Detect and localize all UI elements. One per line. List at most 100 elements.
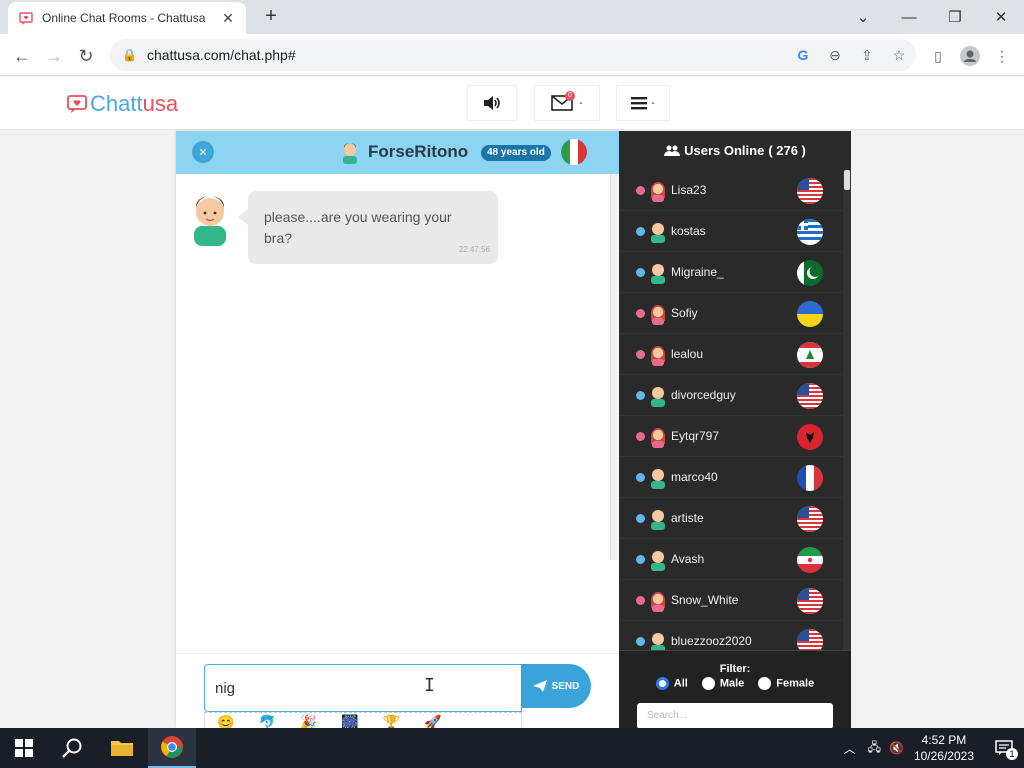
chrome-icon bbox=[161, 736, 183, 758]
emoji-bar: 😊 🐬 🎉 🎆 🏆 🚀 bbox=[204, 712, 522, 729]
show-hidden-icons-icon[interactable]: ︿ bbox=[844, 740, 856, 757]
windows-logo-icon bbox=[15, 739, 33, 757]
radio-female[interactable] bbox=[758, 677, 772, 690]
browser-tab[interactable]: Online Chat Rooms - Chattusa ✕ bbox=[8, 2, 246, 34]
user-row[interactable]: divorcedguy bbox=[619, 375, 843, 416]
google-icon[interactable]: G bbox=[794, 47, 812, 63]
user-row[interactable]: Eytqr797 bbox=[619, 416, 843, 457]
users-icon bbox=[664, 145, 681, 156]
user-row[interactable]: bluezzooz2020 bbox=[619, 621, 843, 650]
emoji-rocket-icon[interactable]: 🚀 bbox=[424, 713, 441, 728]
fr-flag-icon bbox=[797, 465, 823, 491]
emoji-party-icon[interactable]: 🎉 bbox=[300, 713, 317, 728]
share-icon[interactable]: ⇪ bbox=[858, 47, 876, 64]
clock[interactable]: 4:52 PM 10/26/2023 bbox=[914, 732, 974, 764]
reload-button[interactable]: ↻ bbox=[72, 42, 100, 70]
peer-info[interactable]: ForseRitono bbox=[340, 140, 468, 164]
menu-caret: - bbox=[651, 97, 655, 109]
user-row[interactable]: artiste bbox=[619, 498, 843, 539]
gender-dot bbox=[636, 308, 645, 318]
user-search-input[interactable]: Search... bbox=[637, 703, 833, 729]
filter-all-option[interactable]: All bbox=[655, 677, 688, 690]
search-button[interactable] bbox=[48, 728, 96, 768]
minimize-button[interactable]: — bbox=[886, 0, 932, 34]
user-row[interactable]: marco40 bbox=[619, 457, 843, 498]
zoom-icon[interactable]: ⊖ bbox=[826, 47, 844, 64]
logo-text-usa: usa bbox=[142, 91, 179, 116]
send-label: SEND bbox=[551, 680, 580, 692]
radio-all[interactable] bbox=[655, 677, 669, 690]
ir-flag-icon bbox=[797, 547, 823, 573]
address-bar[interactable]: 🔒 chattusa.com/chat.php# G ⊖ ⇪ ☆ bbox=[110, 39, 916, 71]
user-row[interactable]: Migraine_ bbox=[619, 252, 843, 293]
bookmark-star-icon[interactable]: ☆ bbox=[890, 47, 908, 64]
radio-male[interactable] bbox=[701, 677, 715, 690]
user-row[interactable]: Avash bbox=[619, 539, 843, 580]
message-input[interactable] bbox=[204, 664, 522, 712]
send-button[interactable]: SEND bbox=[521, 664, 591, 708]
emoji-smiley-icon[interactable]: 😊 bbox=[217, 713, 234, 728]
female-avatar-icon bbox=[648, 424, 668, 448]
tab-search-icon[interactable]: ⌄ bbox=[840, 0, 886, 34]
user-row[interactable]: lealou bbox=[619, 334, 843, 375]
user-row[interactable]: Sofiy bbox=[619, 293, 843, 334]
messages-caret: - bbox=[579, 97, 583, 109]
gender-dot bbox=[636, 636, 645, 646]
filter-male-option[interactable]: Male bbox=[701, 677, 745, 690]
maximize-button[interactable]: ❐ bbox=[932, 0, 978, 34]
new-tab-button[interactable]: + bbox=[258, 4, 284, 30]
browser-menu-icon[interactable]: ⋮ bbox=[988, 42, 1016, 70]
logo-text-chatt: Chatt bbox=[90, 91, 143, 116]
filter-female-option[interactable]: Female bbox=[758, 677, 814, 690]
ua-flag-icon bbox=[797, 301, 823, 327]
gr-flag-icon bbox=[797, 219, 823, 245]
male-avatar-icon bbox=[648, 260, 668, 284]
paper-plane-icon bbox=[532, 680, 547, 692]
side-panel-icon[interactable]: ▯ bbox=[924, 42, 952, 70]
users-online-header: Users Online ( 276 ) bbox=[619, 131, 851, 170]
forward-button[interactable]: → bbox=[40, 42, 68, 70]
back-button[interactable]: ← bbox=[8, 42, 36, 70]
pk-flag-icon bbox=[797, 260, 823, 286]
us-flag-icon bbox=[797, 383, 823, 409]
gender-dot bbox=[636, 226, 645, 236]
lb-flag-icon bbox=[797, 342, 823, 368]
user-filter: Filter: All Male Female Search... bbox=[619, 650, 851, 729]
lock-icon[interactable]: 🔒 bbox=[122, 48, 137, 62]
close-chat-button[interactable]: × bbox=[192, 141, 214, 163]
chrome-taskbar-button[interactable] bbox=[148, 728, 196, 768]
user-row[interactable]: Snow_White bbox=[619, 580, 843, 621]
us-flag-icon bbox=[797, 588, 823, 614]
chattusa-favicon bbox=[18, 10, 34, 26]
gender-dot bbox=[636, 349, 645, 359]
browser-tab-bar: Online Chat Rooms - Chattusa ✕ + ⌄ — ❐ ✕ bbox=[0, 0, 1024, 34]
gender-dot bbox=[636, 185, 645, 195]
female-avatar-icon bbox=[648, 588, 668, 612]
start-button[interactable] bbox=[0, 728, 48, 768]
male-avatar-icon bbox=[648, 506, 668, 530]
notifications-button[interactable]: 1 bbox=[984, 728, 1024, 768]
user-row[interactable]: Lisa23 bbox=[619, 170, 843, 211]
site-logo[interactable]: Chatt usa bbox=[66, 91, 178, 117]
al-flag-icon bbox=[797, 424, 823, 450]
volume-muted-icon[interactable]: 🔇 bbox=[889, 741, 904, 755]
messages-button[interactable]: 0 - bbox=[534, 85, 600, 121]
user-list-scrollbar[interactable] bbox=[843, 170, 851, 650]
chat-scrollbar[interactable] bbox=[610, 174, 618, 560]
scrollbar-thumb[interactable] bbox=[844, 170, 850, 190]
close-tab-icon[interactable]: ✕ bbox=[220, 10, 236, 27]
network-icon[interactable]: 🖧 bbox=[868, 738, 881, 759]
search-icon bbox=[62, 738, 82, 758]
profile-avatar[interactable] bbox=[956, 42, 984, 70]
emoji-fireworks-icon[interactable]: 🎆 bbox=[341, 713, 358, 728]
emoji-trophy-icon[interactable]: 🏆 bbox=[383, 713, 400, 728]
system-tray: ︿ 🖧 🔇 4:52 PM 10/26/2023 1 bbox=[844, 728, 1024, 768]
sound-button[interactable] bbox=[467, 85, 517, 121]
close-window-button[interactable]: ✕ bbox=[978, 0, 1024, 34]
male-avatar-icon bbox=[648, 219, 668, 243]
emoji-dolphin-icon[interactable]: 🐬 bbox=[258, 713, 275, 728]
filter-male-label: Male bbox=[719, 677, 745, 690]
file-explorer-button[interactable] bbox=[98, 728, 146, 768]
hamburger-menu-button[interactable]: - bbox=[616, 85, 670, 121]
user-row[interactable]: kostas bbox=[619, 211, 843, 252]
